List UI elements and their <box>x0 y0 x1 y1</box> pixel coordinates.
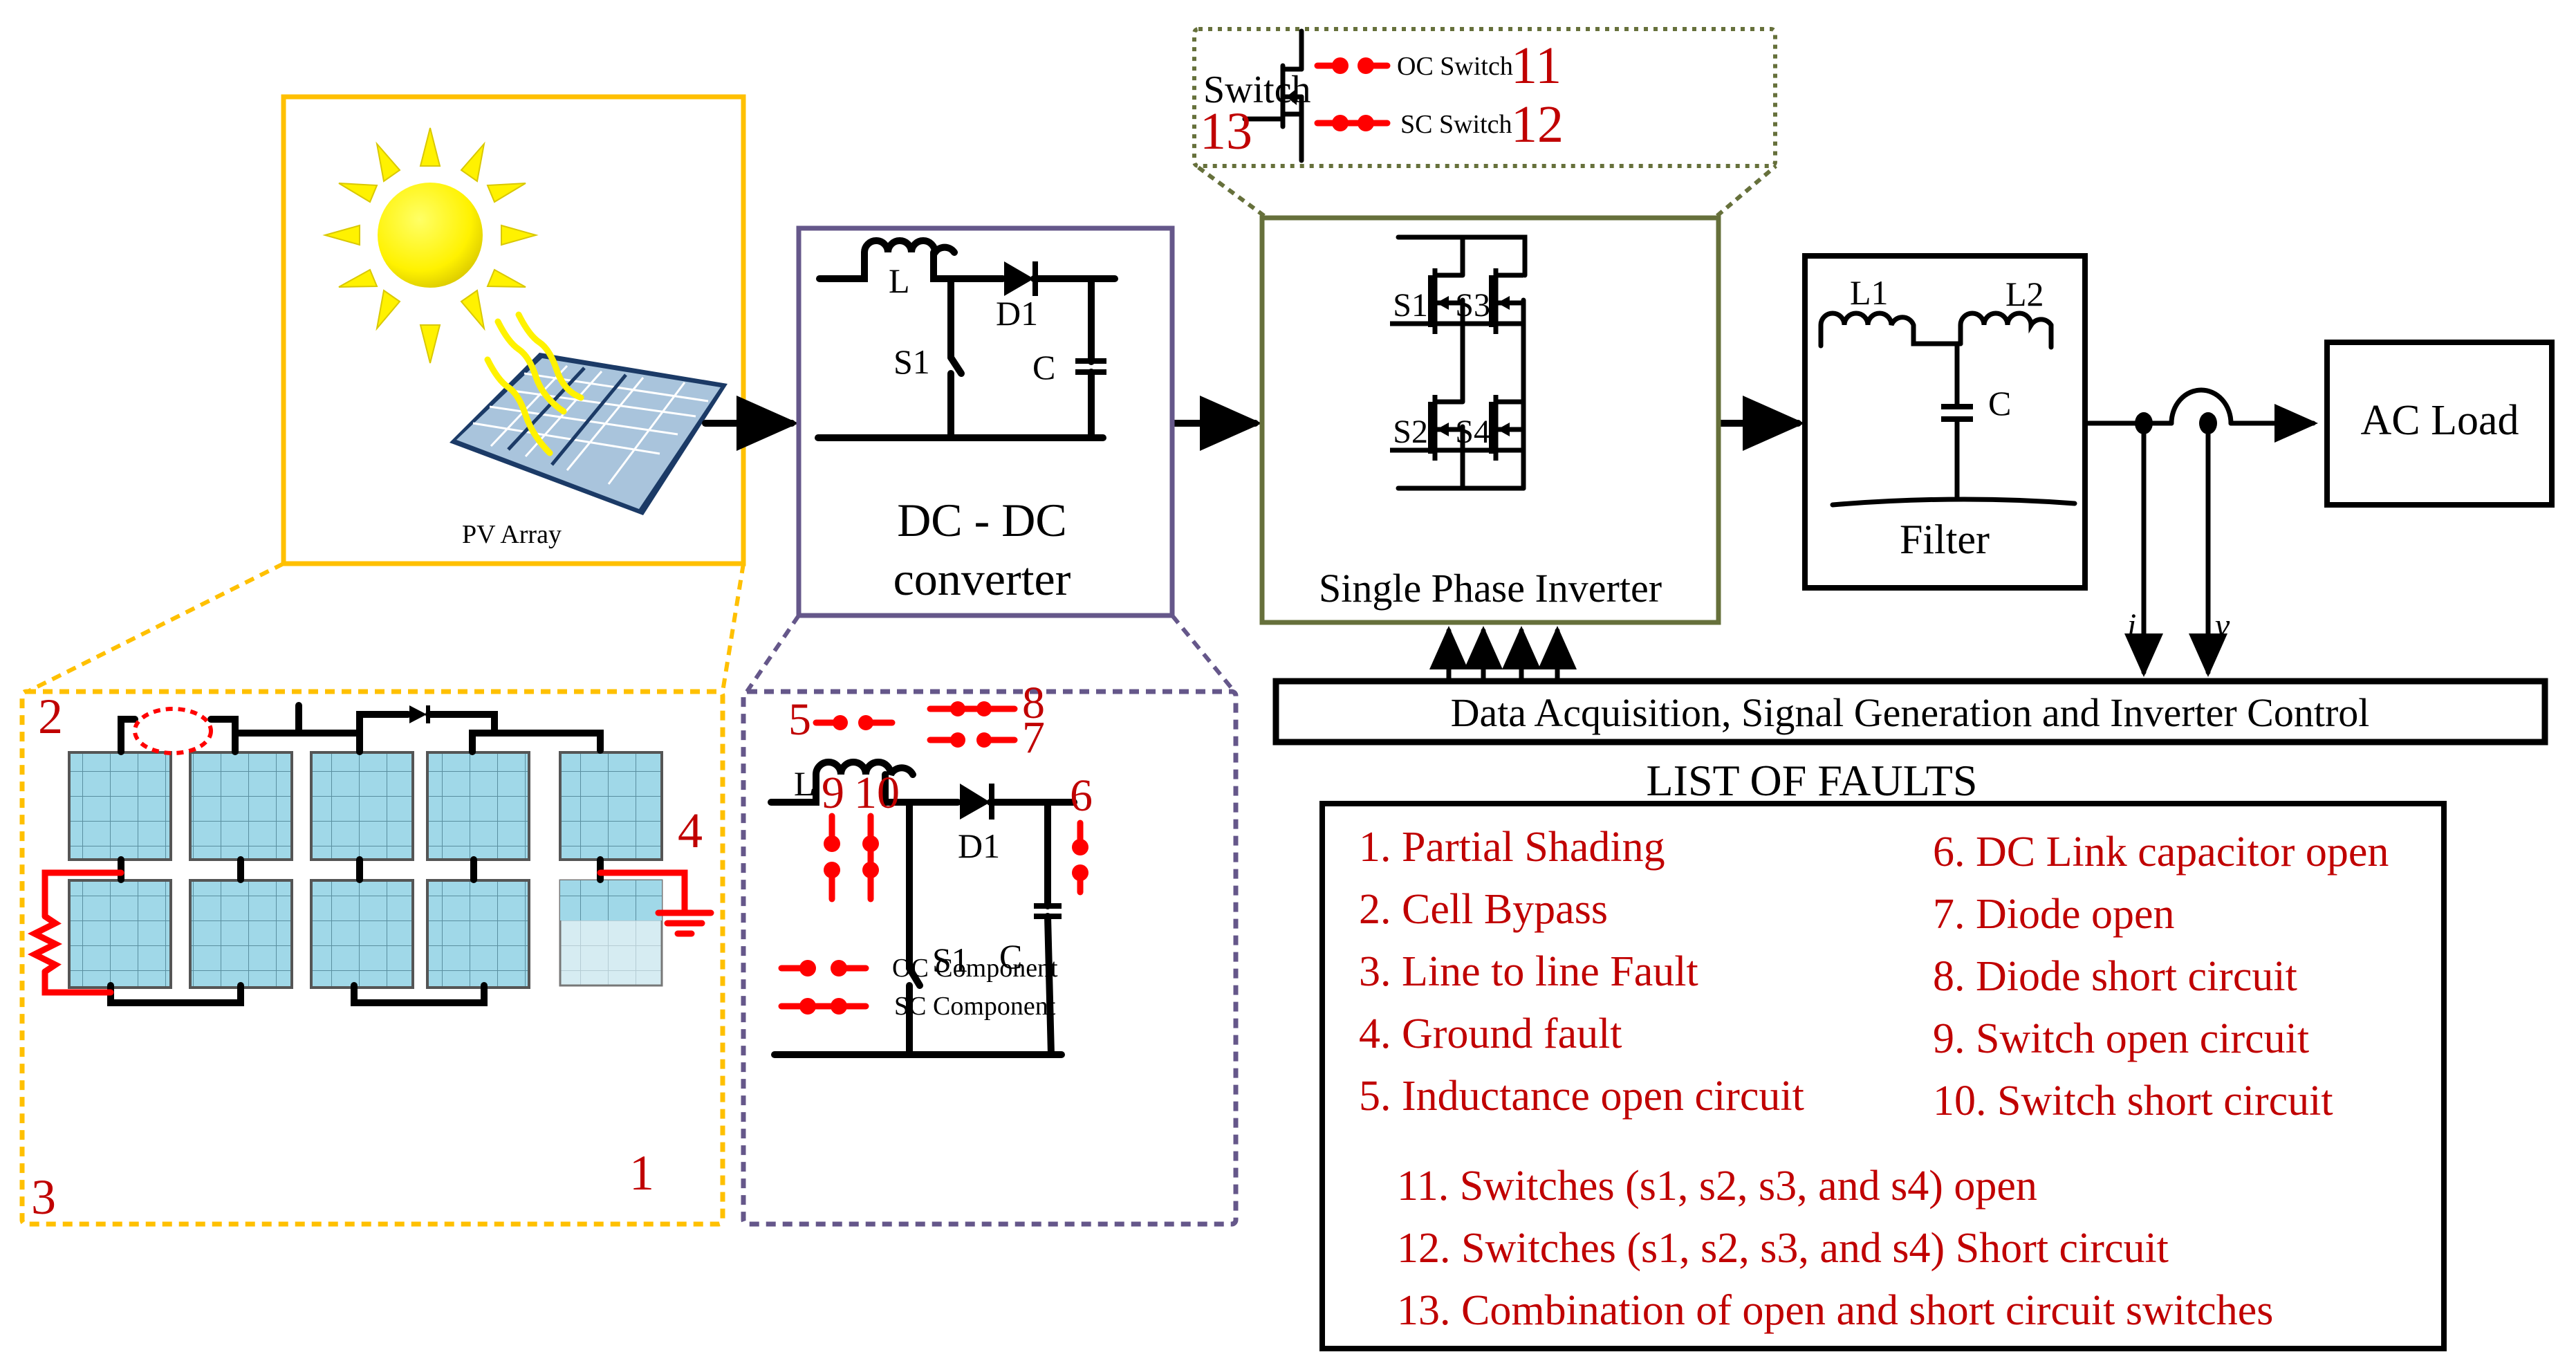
inductor-label: L <box>794 764 815 803</box>
fault-item: 8. Diode short circuit <box>1933 953 2297 1000</box>
filter-c-label: C <box>1988 384 2011 423</box>
fault-item: 10. Switch short circuit <box>1933 1077 2333 1124</box>
faults-list: LIST OF FAULTS 1. Partial Shading 2. Cell… <box>1319 756 2447 1351</box>
pv-module <box>426 751 530 861</box>
pv-module <box>189 751 293 861</box>
output-wiring: i v <box>2082 387 2318 677</box>
cap-open-marker <box>1072 820 1088 896</box>
switch-s2-label: S2 <box>1393 414 1428 450</box>
fault-marker-13: 13 <box>1200 102 1252 160</box>
fault-item: 4. Ground fault <box>1359 1010 1622 1057</box>
fault-marker-5: 5 <box>788 694 811 745</box>
ac-load-block: AC Load <box>2324 340 2555 508</box>
fault-marker-4: 4 <box>678 803 703 858</box>
sc-legend-label: SC Component <box>894 992 1056 1021</box>
pv-module-shaded <box>559 879 663 987</box>
pv-module <box>310 879 414 989</box>
inductor-label: L <box>889 261 910 300</box>
switch-s3-label: S3 <box>1455 287 1490 324</box>
sc-switch-symbol <box>1314 115 1391 131</box>
filter-block: L1 L2 C Filter <box>1802 253 2088 591</box>
bypass-diode-icon <box>409 705 430 723</box>
solar-panel-icon <box>450 311 728 515</box>
dcdc-detail-panel: L D1 S1 C 5 8 7 9 10 6 OC Component SC C… <box>741 614 1239 1227</box>
fault-marker-12: 12 <box>1511 95 1564 154</box>
inductor-open-marker <box>813 715 896 730</box>
voltage-signal-label: v <box>2215 607 2230 644</box>
fault-item: 7. Diode open <box>1933 891 2175 938</box>
filter-l2-label: L2 <box>2005 275 2044 313</box>
oc-switch-symbol <box>1314 57 1391 74</box>
control-block: Data Acquisition, Signal Generation and … <box>1272 678 2548 746</box>
pv-array-label: PV Array <box>462 520 562 549</box>
pv-module <box>426 879 530 989</box>
switch-s4-label: S4 <box>1455 414 1490 450</box>
fault-marker-6: 6 <box>1070 770 1093 821</box>
pv-module <box>189 879 293 989</box>
fault-marker-2: 2 <box>38 689 63 744</box>
diode-icon <box>960 784 994 820</box>
capacitor-icon <box>1034 903 1062 919</box>
inverter-title: Single Phase Inverter <box>1319 566 1662 611</box>
inverter-block: S1 S3 S2 S4 Single Phase Inverter <box>1259 215 1721 625</box>
dcdc-converter-block: L D1 S1 C DC - DC converter <box>796 225 1175 618</box>
fault-item: 12. Switches (s1, s2, s3, and s4) Short … <box>1397 1225 2169 1272</box>
pv-module <box>559 751 663 861</box>
sc-legend: SC Component <box>778 992 1056 1021</box>
switch-detail-panel: Switch 13 OC Switch 11 SC Switch 12 <box>1192 27 1777 218</box>
fault-marker-10: 10 <box>854 768 900 818</box>
control-label: Data Acquisition, Signal Generation and … <box>1451 690 2370 735</box>
capacitor-label: C <box>1032 348 1055 387</box>
pv-module <box>310 751 414 861</box>
current-signal-label: i <box>2127 607 2136 644</box>
pv-array-block: PV Array <box>281 94 746 566</box>
fault-marker-3: 3 <box>31 1169 56 1225</box>
diode-short-marker <box>927 701 1018 716</box>
filter-title: Filter <box>1900 517 1990 562</box>
fault-item: 5. Inductance open circuit <box>1359 1073 1804 1120</box>
fault-marker-9: 9 <box>822 768 844 818</box>
cell-bypass-marker <box>133 707 213 755</box>
diode-label: D1 <box>996 294 1038 333</box>
switch-short-marker <box>862 813 879 902</box>
switch-label: S1 <box>893 342 930 381</box>
fault-marker-11: 11 <box>1511 37 1562 95</box>
pv-fault-diagram: PV Array 1 2 3 4 L D1 S1 C DC - DC conve… <box>19 27 2555 1351</box>
ac-load-label: AC Load <box>2360 397 2519 444</box>
fault-item: 11. Switches (s1, s2, s3, and s4) open <box>1397 1163 2037 1210</box>
diode-icon <box>1004 261 1038 296</box>
filter-l1-label: L1 <box>1850 273 1889 312</box>
dcdc-title: DC - DC <box>897 494 1067 546</box>
control-signal-arrows <box>1429 626 1577 684</box>
diode-open-marker <box>927 732 1018 748</box>
switch-s1-label: S1 <box>1393 287 1428 324</box>
oc-legend-label: OC Component <box>892 954 1058 983</box>
fault-item: 3. Line to line Fault <box>1359 948 1698 995</box>
fault-item: 6. DC Link capacitor open <box>1933 829 2389 876</box>
switch-open-marker <box>824 813 840 902</box>
fault-marker-7: 7 <box>1022 712 1045 763</box>
fault-item: 9. Switch open circuit <box>1933 1015 2309 1062</box>
fault-item: 13. Combination of open and short circui… <box>1397 1287 2273 1334</box>
fault-marker-1: 1 <box>629 1145 654 1201</box>
pv-detail-panel: 1 2 3 4 <box>19 562 745 1227</box>
capacitor-icon <box>1075 358 1106 375</box>
fault-item: 2. Cell Bypass <box>1359 886 1608 933</box>
pv-module <box>68 751 172 861</box>
pv-module <box>68 879 172 989</box>
oc-legend: OC Component <box>778 954 1058 983</box>
faults-title: LIST OF FAULTS <box>1647 756 1978 805</box>
pv-module-grid <box>68 751 663 989</box>
sc-switch-label: SC Switch <box>1400 110 1512 139</box>
oc-switch-label: OC Switch <box>1397 52 1513 81</box>
diode-label: D1 <box>958 826 1000 865</box>
dcdc-subtitle: converter <box>893 553 1071 605</box>
fault-item: 1. Partial Shading <box>1359 824 1665 871</box>
